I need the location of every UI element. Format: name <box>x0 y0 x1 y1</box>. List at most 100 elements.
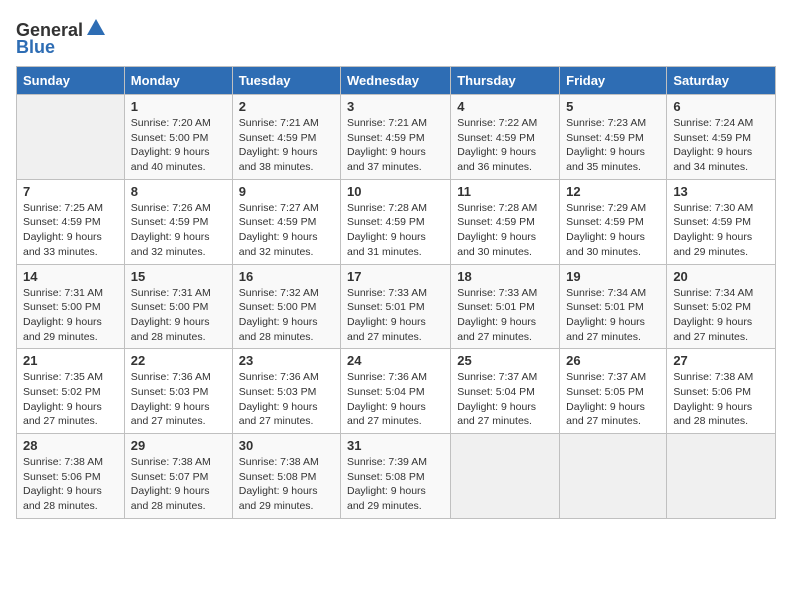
day-number: 30 <box>239 438 334 453</box>
day-number: 17 <box>347 269 444 284</box>
day-detail: Sunrise: 7:24 AM Sunset: 4:59 PM Dayligh… <box>673 116 769 175</box>
day-detail: Sunrise: 7:34 AM Sunset: 5:02 PM Dayligh… <box>673 286 769 345</box>
day-number: 31 <box>347 438 444 453</box>
day-detail: Sunrise: 7:32 AM Sunset: 5:00 PM Dayligh… <box>239 286 334 345</box>
calendar-cell: 10 Sunrise: 7:28 AM Sunset: 4:59 PM Dayli… <box>341 179 451 264</box>
calendar-cell: 31 Sunrise: 7:39 AM Sunset: 5:08 PM Dayli… <box>341 434 451 519</box>
day-detail: Sunrise: 7:36 AM Sunset: 5:03 PM Dayligh… <box>239 370 334 429</box>
day-detail: Sunrise: 7:38 AM Sunset: 5:06 PM Dayligh… <box>23 455 118 514</box>
calendar-cell: 15 Sunrise: 7:31 AM Sunset: 5:00 PM Dayli… <box>124 264 232 349</box>
calendar-cell: 7 Sunrise: 7:25 AM Sunset: 4:59 PM Daylig… <box>17 179 125 264</box>
day-number: 4 <box>457 99 553 114</box>
calendar-cell: 13Sunrise: 7:30 AM Sunset: 4:59 PM Dayli… <box>667 179 776 264</box>
day-detail: Sunrise: 7:37 AM Sunset: 5:05 PM Dayligh… <box>566 370 660 429</box>
calendar-cell: 1 Sunrise: 7:20 AM Sunset: 5:00 PM Daylig… <box>124 95 232 180</box>
day-detail: Sunrise: 7:33 AM Sunset: 5:01 PM Dayligh… <box>347 286 444 345</box>
day-number: 29 <box>131 438 226 453</box>
day-detail: Sunrise: 7:21 AM Sunset: 4:59 PM Dayligh… <box>347 116 444 175</box>
day-detail: Sunrise: 7:22 AM Sunset: 4:59 PM Dayligh… <box>457 116 553 175</box>
calendar-cell: 5Sunrise: 7:23 AM Sunset: 4:59 PM Daylig… <box>560 95 667 180</box>
day-number: 26 <box>566 353 660 368</box>
day-detail: Sunrise: 7:35 AM Sunset: 5:02 PM Dayligh… <box>23 370 118 429</box>
day-detail: Sunrise: 7:39 AM Sunset: 5:08 PM Dayligh… <box>347 455 444 514</box>
day-detail: Sunrise: 7:31 AM Sunset: 5:00 PM Dayligh… <box>23 286 118 345</box>
weekday-header-sunday: Sunday <box>17 67 125 95</box>
day-number: 20 <box>673 269 769 284</box>
weekday-header-monday: Monday <box>124 67 232 95</box>
calendar-cell: 21 Sunrise: 7:35 AM Sunset: 5:02 PM Dayli… <box>17 349 125 434</box>
calendar-cell: 3 Sunrise: 7:21 AM Sunset: 4:59 PM Daylig… <box>341 95 451 180</box>
day-detail: Sunrise: 7:30 AM Sunset: 4:59 PM Dayligh… <box>673 201 769 260</box>
day-number: 23 <box>239 353 334 368</box>
day-number: 5 <box>566 99 660 114</box>
calendar-cell: 12Sunrise: 7:29 AM Sunset: 4:59 PM Dayli… <box>560 179 667 264</box>
logo-icon <box>85 17 107 39</box>
day-detail: Sunrise: 7:38 AM Sunset: 5:08 PM Dayligh… <box>239 455 334 514</box>
day-number: 1 <box>131 99 226 114</box>
day-detail: Sunrise: 7:33 AM Sunset: 5:01 PM Dayligh… <box>457 286 553 345</box>
calendar-cell <box>17 95 125 180</box>
calendar-cell: 8 Sunrise: 7:26 AM Sunset: 4:59 PM Daylig… <box>124 179 232 264</box>
day-number: 21 <box>23 353 118 368</box>
day-number: 22 <box>131 353 226 368</box>
calendar-cell: 19 Sunrise: 7:34 AM Sunset: 5:01 PM Dayli… <box>560 264 667 349</box>
day-number: 25 <box>457 353 553 368</box>
day-number: 19 <box>566 269 660 284</box>
day-detail: Sunrise: 7:37 AM Sunset: 5:04 PM Dayligh… <box>457 370 553 429</box>
day-number: 2 <box>239 99 334 114</box>
day-number: 7 <box>23 184 118 199</box>
page-header: General Blue <box>16 16 776 58</box>
calendar-cell: 20 Sunrise: 7:34 AM Sunset: 5:02 PM Dayli… <box>667 264 776 349</box>
day-detail: Sunrise: 7:28 AM Sunset: 4:59 PM Dayligh… <box>457 201 553 260</box>
day-number: 8 <box>131 184 226 199</box>
day-detail: Sunrise: 7:20 AM Sunset: 5:00 PM Dayligh… <box>131 116 226 175</box>
weekday-header-tuesday: Tuesday <box>232 67 340 95</box>
day-detail: Sunrise: 7:25 AM Sunset: 4:59 PM Dayligh… <box>23 201 118 260</box>
calendar-cell: 18 Sunrise: 7:33 AM Sunset: 5:01 PM Dayli… <box>451 264 560 349</box>
day-number: 15 <box>131 269 226 284</box>
calendar-cell: 22 Sunrise: 7:36 AM Sunset: 5:03 PM Dayli… <box>124 349 232 434</box>
calendar-cell: 14 Sunrise: 7:31 AM Sunset: 5:00 PM Dayli… <box>17 264 125 349</box>
calendar-cell: 29 Sunrise: 7:38 AM Sunset: 5:07 PM Dayli… <box>124 434 232 519</box>
day-number: 9 <box>239 184 334 199</box>
day-number: 18 <box>457 269 553 284</box>
day-number: 11 <box>457 184 553 199</box>
calendar-cell: 9 Sunrise: 7:27 AM Sunset: 4:59 PM Daylig… <box>232 179 340 264</box>
day-number: 27 <box>673 353 769 368</box>
day-detail: Sunrise: 7:29 AM Sunset: 4:59 PM Dayligh… <box>566 201 660 260</box>
calendar-cell: 4 Sunrise: 7:22 AM Sunset: 4:59 PM Daylig… <box>451 95 560 180</box>
calendar-cell <box>667 434 776 519</box>
day-number: 14 <box>23 269 118 284</box>
day-detail: Sunrise: 7:26 AM Sunset: 4:59 PM Dayligh… <box>131 201 226 260</box>
day-detail: Sunrise: 7:36 AM Sunset: 5:04 PM Dayligh… <box>347 370 444 429</box>
logo: General Blue <box>16 20 107 58</box>
calendar-cell <box>451 434 560 519</box>
calendar-cell <box>560 434 667 519</box>
logo-blue-text: Blue <box>16 37 55 58</box>
calendar-cell: 17 Sunrise: 7:33 AM Sunset: 5:01 PM Dayli… <box>341 264 451 349</box>
calendar-cell: 6 Sunrise: 7:24 AM Sunset: 4:59 PM Daylig… <box>667 95 776 180</box>
calendar-cell: 28Sunrise: 7:38 AM Sunset: 5:06 PM Dayli… <box>17 434 125 519</box>
day-detail: Sunrise: 7:27 AM Sunset: 4:59 PM Dayligh… <box>239 201 334 260</box>
calendar-cell: 11 Sunrise: 7:28 AM Sunset: 4:59 PM Dayli… <box>451 179 560 264</box>
weekday-header-friday: Friday <box>560 67 667 95</box>
day-detail: Sunrise: 7:31 AM Sunset: 5:00 PM Dayligh… <box>131 286 226 345</box>
day-detail: Sunrise: 7:28 AM Sunset: 4:59 PM Dayligh… <box>347 201 444 260</box>
day-detail: Sunrise: 7:21 AM Sunset: 4:59 PM Dayligh… <box>239 116 334 175</box>
day-number: 24 <box>347 353 444 368</box>
calendar-cell: 16 Sunrise: 7:32 AM Sunset: 5:00 PM Dayli… <box>232 264 340 349</box>
day-detail: Sunrise: 7:36 AM Sunset: 5:03 PM Dayligh… <box>131 370 226 429</box>
day-number: 3 <box>347 99 444 114</box>
day-detail: Sunrise: 7:38 AM Sunset: 5:07 PM Dayligh… <box>131 455 226 514</box>
day-number: 6 <box>673 99 769 114</box>
weekday-header-saturday: Saturday <box>667 67 776 95</box>
weekday-header-thursday: Thursday <box>451 67 560 95</box>
calendar-cell: 25 Sunrise: 7:37 AM Sunset: 5:04 PM Dayli… <box>451 349 560 434</box>
day-detail: Sunrise: 7:38 AM Sunset: 5:06 PM Dayligh… <box>673 370 769 429</box>
weekday-header-wednesday: Wednesday <box>341 67 451 95</box>
day-number: 10 <box>347 184 444 199</box>
calendar-cell: 27 Sunrise: 7:38 AM Sunset: 5:06 PM Dayli… <box>667 349 776 434</box>
calendar-cell: 24 Sunrise: 7:36 AM Sunset: 5:04 PM Dayli… <box>341 349 451 434</box>
day-number: 16 <box>239 269 334 284</box>
day-detail: Sunrise: 7:34 AM Sunset: 5:01 PM Dayligh… <box>566 286 660 345</box>
